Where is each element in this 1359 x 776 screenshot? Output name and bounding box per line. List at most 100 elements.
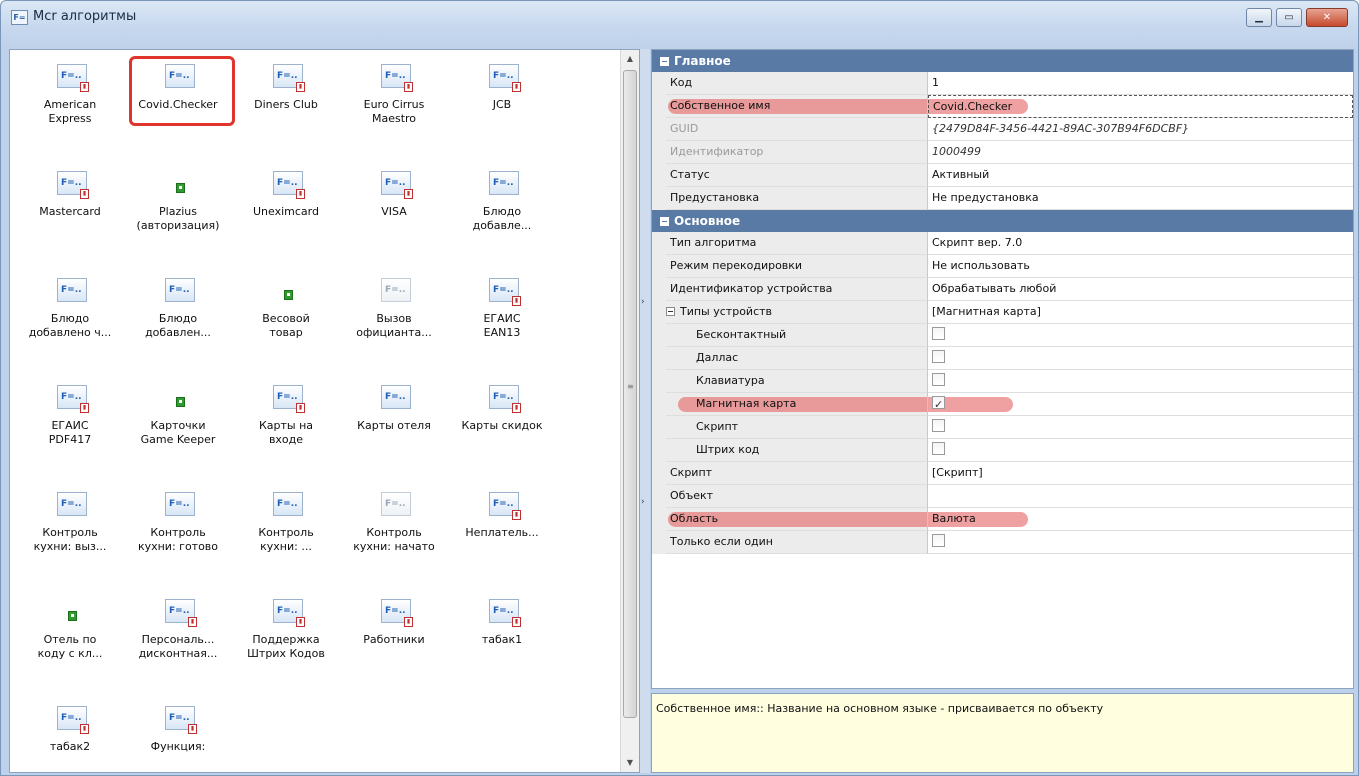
property-value[interactable]: Covid.Checker — [928, 95, 1353, 118]
collapse-icon[interactable] — [666, 307, 675, 316]
algorithm-item[interactable]: F=.. Блюдо добавле... — [448, 163, 556, 267]
property-row[interactable]: GUID {2479D84F-3456-4421-89AC-307B94F6DCB… — [652, 118, 1353, 141]
maximize-button[interactable]: ▭ — [1276, 8, 1302, 27]
property-row[interactable]: Собственное имя Covid.Checker — [652, 95, 1353, 118]
checkbox[interactable] — [932, 373, 945, 386]
algorithm-item[interactable]: F=.. ▮ Diners Club — [232, 56, 340, 160]
checkbox[interactable] — [932, 534, 945, 547]
algorithm-item[interactable]: F=.. Блюдо добавлен... — [124, 270, 232, 374]
algorithm-item[interactable]: F=.. ▮ Mastercard — [16, 163, 124, 267]
property-row[interactable]: Идентификатор устройства Обрабатывать люб… — [652, 278, 1353, 301]
checkbox[interactable] — [932, 419, 945, 432]
algorithm-item[interactable]: ▪ Plazius (авторизация) — [124, 163, 232, 267]
collapse-icon[interactable] — [660, 57, 669, 66]
algorithm-item[interactable]: F=.. Контроль кухни: выз... — [16, 484, 124, 588]
algorithm-item[interactable]: F=.. ▮ Неплатель... — [448, 484, 556, 588]
property-row[interactable]: Статус Активный — [652, 164, 1353, 187]
property-value[interactable]: {2479D84F-3456-4421-89AC-307B94F6DCBF} — [928, 118, 1353, 141]
property-value[interactable] — [928, 439, 1353, 462]
title-bar[interactable]: F= Mcr алгоритмы ▁ ▭ ✕ — [1, 1, 1358, 37]
property-row[interactable]: Типы устройств [Магнитная карта] — [652, 301, 1353, 324]
splitter-arrow-icon[interactable]: › — [641, 497, 649, 507]
property-value[interactable]: Скрипт вер. 7.0 — [928, 232, 1353, 255]
collapse-icon[interactable] — [660, 217, 669, 226]
splitter-arrow-icon[interactable]: › — [641, 297, 649, 307]
algorithm-list-panel: F=.. ▮ American Express F=.. Covid.Checker F=… — [9, 49, 640, 773]
property-value[interactable] — [928, 531, 1353, 554]
algorithm-item[interactable]: F=.. ▮ Поддержка Штрих Кодов — [232, 591, 340, 695]
property-row[interactable]: Штрих код — [652, 439, 1353, 462]
panel-splitter[interactable]: › › — [640, 49, 650, 773]
checkbox[interactable] — [932, 442, 945, 455]
algorithm-item[interactable]: F=.. Блюдо добавлено ч... — [16, 270, 124, 374]
algorithm-item[interactable]: F=.. ▮ Карты на входе — [232, 377, 340, 481]
algorithm-item[interactable]: F=.. ▮ Работники — [340, 591, 448, 695]
property-row[interactable]: Магнитная карта — [652, 393, 1353, 416]
algorithm-item[interactable]: F=.. ▮ ЕГАИС PDF417 — [16, 377, 124, 481]
property-row[interactable]: Предустановка Не предустановка — [652, 187, 1353, 210]
property-row[interactable]: Идентификатор 1000499 — [652, 141, 1353, 164]
script-red-icon: F=.. ▮ — [381, 171, 413, 199]
algorithm-item[interactable]: F=.. Вызов официанта... — [340, 270, 448, 374]
row-gutter — [652, 439, 666, 462]
property-row[interactable]: Режим перекодировки Не использовать — [652, 255, 1353, 278]
algorithm-item[interactable]: F=.. Контроль кухни: готово — [124, 484, 232, 588]
property-value[interactable]: 1 — [928, 72, 1353, 95]
scroll-thumb[interactable]: ≡ — [623, 70, 637, 718]
algorithm-item[interactable]: F=.. Карты отеля — [340, 377, 448, 481]
property-name-text: Скрипт — [670, 466, 713, 479]
property-row[interactable]: Даллас — [652, 347, 1353, 370]
property-value[interactable]: 1000499 — [928, 141, 1353, 164]
property-row[interactable]: Скрипт — [652, 416, 1353, 439]
property-row[interactable]: Скрипт [Скрипт] — [652, 462, 1353, 485]
vertical-scrollbar[interactable]: ▲ ≡ ▼ — [620, 50, 639, 772]
algorithm-item[interactable]: F=.. ▮ American Express — [16, 56, 124, 160]
scroll-down-icon[interactable]: ▼ — [621, 754, 639, 772]
category-basic[interactable]: Основное — [652, 210, 1353, 232]
category-main[interactable]: Главное — [652, 50, 1353, 72]
property-value[interactable] — [928, 485, 1353, 508]
property-value[interactable]: Валюта — [928, 508, 1353, 531]
scroll-up-icon[interactable]: ▲ — [621, 50, 639, 68]
algorithm-item[interactable]: F=.. Контроль кухни: ... — [232, 484, 340, 588]
algorithm-item[interactable]: ▪ Карточки Game Keeper — [124, 377, 232, 481]
checkbox[interactable] — [932, 350, 945, 363]
property-value[interactable] — [928, 416, 1353, 439]
property-value[interactable]: [Скрипт] — [928, 462, 1353, 485]
algorithm-item[interactable]: F=.. ▮ табак1 — [448, 591, 556, 695]
algorithm-item[interactable]: F=.. ▮ табак2 — [16, 698, 124, 775]
property-row[interactable]: Объект — [652, 485, 1353, 508]
algorithm-item[interactable]: F=.. ▮ Uneximcard — [232, 163, 340, 267]
algorithm-item[interactable]: F=.. ▮ Функция: — [124, 698, 232, 775]
property-value[interactable] — [928, 347, 1353, 370]
algorithm-item[interactable]: F=.. ▮ ЕГАИС EAN13 — [448, 270, 556, 374]
minimize-button[interactable]: ▁ — [1246, 8, 1272, 27]
algorithm-item[interactable]: F=.. ▮ VISA — [340, 163, 448, 267]
property-value[interactable]: Обрабатывать любой — [928, 278, 1353, 301]
property-value[interactable]: Не предустановка — [928, 187, 1353, 210]
property-value[interactable]: [Магнитная карта] — [928, 301, 1353, 324]
algorithm-item[interactable]: F=.. Контроль кухни: начато — [340, 484, 448, 588]
property-value[interactable] — [928, 324, 1353, 347]
checkbox[interactable] — [932, 327, 945, 340]
property-value[interactable] — [928, 370, 1353, 393]
algorithm-item[interactable]: F=.. ▮ Euro Cirrus Maestro — [340, 56, 448, 160]
algorithm-label: Контроль кухни: выз... — [33, 526, 107, 553]
property-row[interactable]: Код 1 — [652, 72, 1353, 95]
checked-checkbox[interactable] — [932, 394, 945, 415]
property-row[interactable]: Тип алгоритма Скрипт вер. 7.0 — [652, 232, 1353, 255]
algorithm-item[interactable]: F=.. ▮ Персональ... дисконтная... — [124, 591, 232, 695]
property-value[interactable] — [928, 393, 1353, 416]
algorithm-item[interactable]: ▪ Отель по коду с кл... — [16, 591, 124, 695]
algorithm-item[interactable]: F=.. ▮ Карты скидок — [448, 377, 556, 481]
property-row[interactable]: Только если один — [652, 531, 1353, 554]
property-value[interactable]: Не использовать — [928, 255, 1353, 278]
property-value[interactable]: Активный — [928, 164, 1353, 187]
algorithm-item[interactable]: F=.. Covid.Checker — [124, 56, 235, 160]
property-row[interactable]: Область Валюта — [652, 508, 1353, 531]
algorithm-item[interactable]: ▪ Весовой товар — [232, 270, 340, 374]
property-row[interactable]: Бесконтактный — [652, 324, 1353, 347]
property-row[interactable]: Клавиатура — [652, 370, 1353, 393]
algorithm-item[interactable]: F=.. ▮ JCB — [448, 56, 556, 160]
close-button[interactable]: ✕ — [1306, 8, 1348, 27]
